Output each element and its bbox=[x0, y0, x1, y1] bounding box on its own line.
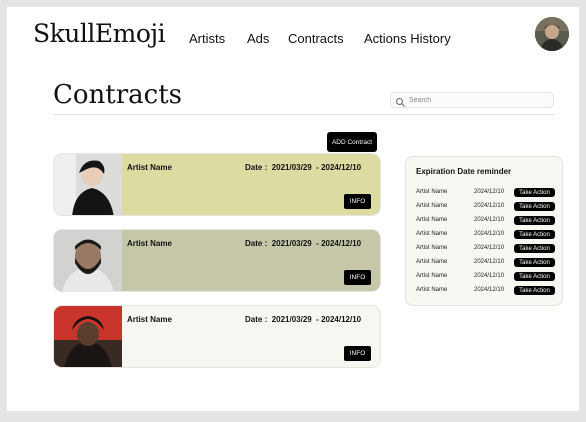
reminder-date: 2024/12/10 bbox=[474, 203, 505, 209]
artist-photo bbox=[54, 154, 122, 215]
date-label: Date : bbox=[245, 163, 268, 172]
reminder-date: 2024/12/10 bbox=[474, 231, 505, 237]
reminder-row: Artist Name 2024/12/10 Take Action bbox=[406, 258, 564, 268]
take-action-button[interactable]: Take Action bbox=[514, 286, 555, 295]
reminder-row: Artist Name 2024/12/10 Take Action bbox=[406, 244, 564, 254]
artist-name: Artist Name bbox=[127, 239, 172, 248]
app-frame: SkullEmoji Artists Ads Contracts Actions… bbox=[7, 7, 579, 411]
reminder-artist-name: Artist Name bbox=[416, 231, 448, 237]
reminder-date: 2024/12/10 bbox=[474, 217, 505, 223]
artist-name: Artist Name bbox=[127, 163, 172, 172]
start-date: 2021/03/29 bbox=[271, 315, 312, 324]
reminder-row: Artist Name 2024/12/10 Take Action bbox=[406, 202, 564, 212]
reminder-artist-name: Artist Name bbox=[416, 203, 448, 209]
contract-card: Artist Name Date : 2021/03/29 - 2024/12/… bbox=[53, 153, 381, 216]
nav-contracts[interactable]: Contracts bbox=[288, 31, 344, 46]
page-title: Contracts bbox=[53, 80, 183, 110]
end-date: 2024/12/10 bbox=[321, 163, 362, 172]
nav-ads[interactable]: Ads bbox=[247, 31, 269, 46]
reminder-artist-name: Artist Name bbox=[416, 273, 448, 279]
take-action-button[interactable]: Take Action bbox=[514, 244, 555, 253]
take-action-button[interactable]: Take Action bbox=[514, 230, 555, 239]
reminder-artist-name: Artist Name bbox=[416, 217, 448, 223]
take-action-button[interactable]: Take Action bbox=[514, 216, 555, 225]
info-button[interactable]: INFO bbox=[344, 194, 371, 209]
end-date: 2024/12/10 bbox=[321, 239, 362, 248]
reminder-artist-name: Artist Name bbox=[416, 259, 448, 265]
reminder-row: Artist Name 2024/12/10 Take Action bbox=[406, 286, 564, 296]
expiration-reminder-panel: Expiration Date reminder Artist Name 202… bbox=[405, 156, 563, 306]
date-label: Date : bbox=[245, 315, 268, 324]
search-input[interactable] bbox=[409, 93, 549, 107]
contract-dates: Date : 2021/03/29 - 2024/12/10 bbox=[245, 163, 362, 172]
contract-dates: Date : 2021/03/29 - 2024/12/10 bbox=[245, 315, 362, 324]
date-label: Date : bbox=[245, 239, 268, 248]
info-button[interactable]: INFO bbox=[344, 270, 371, 285]
info-button[interactable]: INFO bbox=[344, 346, 371, 361]
artist-photo bbox=[54, 306, 122, 367]
artist-name: Artist Name bbox=[127, 315, 172, 324]
reminder-title: Expiration Date reminder bbox=[416, 167, 512, 176]
title-divider bbox=[53, 114, 555, 115]
search-box[interactable] bbox=[390, 92, 554, 108]
contract-card: Artist Name Date : 2021/03/29 - 2024/12/… bbox=[53, 229, 381, 292]
reminder-date: 2024/12/10 bbox=[474, 259, 505, 265]
start-date: 2021/03/29 bbox=[271, 239, 312, 248]
reminder-row: Artist Name 2024/12/10 Take Action bbox=[406, 188, 564, 198]
reminder-date: 2024/12/10 bbox=[474, 189, 505, 195]
reminder-artist-name: Artist Name bbox=[416, 245, 448, 251]
reminder-row: Artist Name 2024/12/10 Take Action bbox=[406, 230, 564, 240]
reminder-artist-name: Artist Name bbox=[416, 287, 448, 293]
take-action-button[interactable]: Take Action bbox=[514, 272, 555, 281]
contract-dates: Date : 2021/03/29 - 2024/12/10 bbox=[245, 239, 362, 248]
take-action-button[interactable]: Take Action bbox=[514, 202, 555, 211]
add-contract-button[interactable]: ADD Contract bbox=[327, 132, 377, 152]
reminder-date: 2024/12/10 bbox=[474, 287, 505, 293]
end-date: 2024/12/10 bbox=[321, 315, 362, 324]
reminder-date: 2024/12/10 bbox=[474, 273, 505, 279]
reminder-artist-name: Artist Name bbox=[416, 189, 448, 195]
contract-card: Artist Name Date : 2021/03/29 - 2024/12/… bbox=[53, 305, 381, 368]
take-action-button[interactable]: Take Action bbox=[514, 188, 555, 197]
take-action-button[interactable]: Take Action bbox=[514, 258, 555, 267]
brand-logo[interactable]: SkullEmoji bbox=[33, 19, 166, 48]
user-avatar[interactable] bbox=[535, 17, 569, 51]
reminder-date: 2024/12/10 bbox=[474, 245, 505, 251]
start-date: 2021/03/29 bbox=[271, 163, 312, 172]
nav-artists[interactable]: Artists bbox=[189, 31, 225, 46]
reminder-row: Artist Name 2024/12/10 Take Action bbox=[406, 216, 564, 226]
nav-actions-history[interactable]: Actions History bbox=[364, 31, 451, 46]
artist-photo bbox=[54, 230, 122, 291]
reminder-row: Artist Name 2024/12/10 Take Action bbox=[406, 272, 564, 282]
search-icon bbox=[395, 95, 406, 107]
